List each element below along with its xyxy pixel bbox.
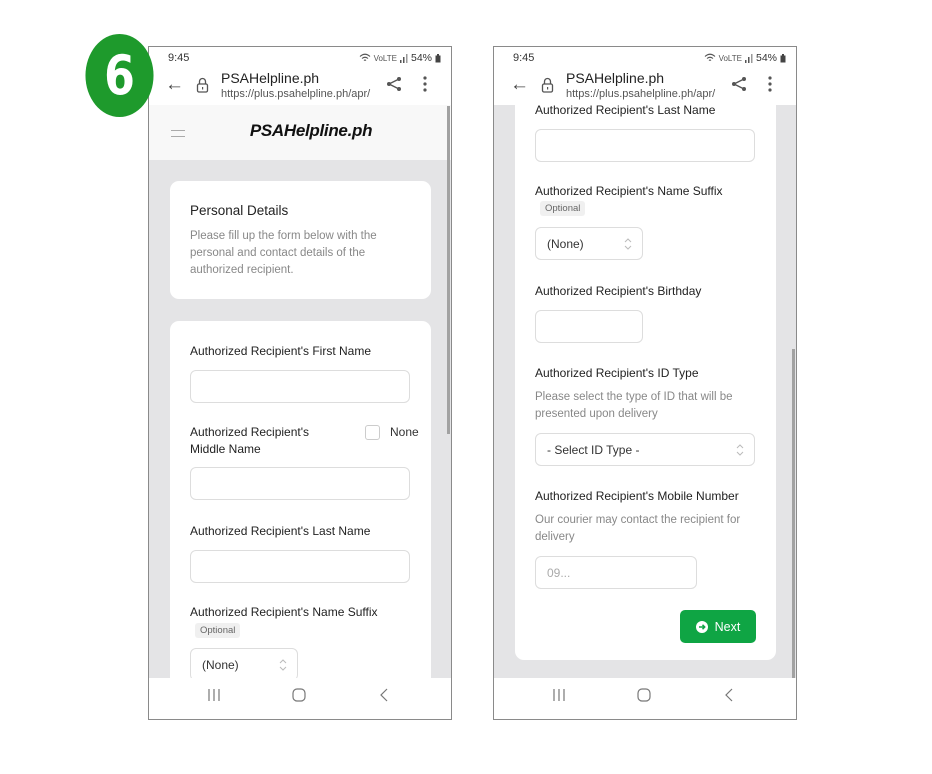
last-name-label: Authorized Recipient's Last Name	[535, 105, 716, 117]
name-suffix-select[interactable]: (None)	[190, 648, 298, 679]
browser-site-title[interactable]: PSAHelpline.ph	[221, 70, 319, 86]
battery-icon	[435, 53, 441, 62]
birthday-label: Authorized Recipient's Birthday	[535, 284, 702, 298]
id-type-select[interactable]: - Select ID Type -	[535, 433, 755, 466]
site-header: PSAHelpline.ph	[149, 105, 451, 160]
status-time: 9:45	[513, 52, 535, 64]
kebab-menu-icon[interactable]	[762, 73, 778, 95]
browser-site-title[interactable]: PSAHelpline.ph	[566, 70, 664, 86]
home-icon[interactable]	[292, 688, 306, 702]
recipient-form-card: Authorized Recipient's Last Name Authori…	[515, 105, 776, 660]
signal-icon	[399, 53, 408, 63]
battery-percent: 54%	[755, 52, 777, 64]
name-suffix-selected: (None)	[547, 237, 584, 251]
next-button[interactable]: Next	[680, 610, 756, 643]
personal-details-card: Personal Details Please fill up the form…	[170, 181, 431, 299]
select-chevron-icon	[279, 659, 287, 671]
android-nav-bar	[494, 678, 796, 719]
volte-icon: VoLTE	[373, 53, 397, 63]
name-suffix-label: Authorized Recipient's Name Suffix	[190, 605, 378, 619]
android-nav-bar	[149, 678, 451, 719]
site-logo[interactable]: PSAHelpline.ph	[149, 121, 451, 141]
last-name-label: Authorized Recipient's Last Name	[190, 524, 371, 538]
select-chevron-icon	[736, 444, 744, 456]
recipient-form-card: Authorized Recipient's First Name Author…	[170, 321, 431, 679]
share-icon[interactable]	[731, 76, 747, 92]
step-number-badge: 6	[85, 34, 154, 117]
kebab-menu-icon[interactable]	[417, 73, 433, 95]
back-chevron-icon[interactable]	[723, 688, 735, 702]
next-button-label: Next	[714, 619, 741, 634]
optional-badge: Optional	[540, 201, 586, 216]
scrollbar-thumb[interactable]	[447, 106, 450, 434]
phone-screenshot-right: Authorized Recipient's Last Name Authori…	[493, 46, 797, 720]
signal-icon	[744, 53, 753, 63]
status-bar: 9:45 VoLTE 54%	[149, 47, 451, 69]
last-name-input[interactable]	[535, 129, 755, 162]
last-name-input[interactable]	[190, 550, 410, 583]
home-icon[interactable]	[637, 688, 651, 702]
first-name-label: Authorized Recipient's First Name	[190, 344, 372, 358]
scrollbar-thumb[interactable]	[792, 349, 795, 678]
card-description: Please fill up the form below with the p…	[190, 230, 377, 276]
browser-url-bar: ← PSAHelpline.ph https://plus.psahelplin…	[494, 69, 796, 105]
id-type-help: Please select the type of ID that will b…	[535, 391, 733, 420]
arrow-left-icon[interactable]: ←	[165, 74, 184, 96]
mobile-placeholder: 09...	[547, 566, 571, 580]
name-suffix-label: Authorized Recipient's Name Suffix	[535, 184, 723, 198]
id-type-label: Authorized Recipient's ID Type	[535, 366, 699, 380]
name-suffix-selected: (None)	[202, 658, 239, 672]
optional-badge: Optional	[195, 623, 241, 638]
mobile-input[interactable]: 09...	[535, 556, 697, 589]
middle-name-input[interactable]	[190, 467, 410, 500]
volte-icon: VoLTE	[718, 53, 742, 63]
select-chevron-icon	[624, 238, 632, 250]
phone-screenshot-left: 9:45 VoLTE 54% ← PSAHelpline.ph https://…	[148, 46, 452, 720]
status-bar: 9:45 VoLTE 54%	[494, 47, 796, 69]
id-type-selected: - Select ID Type -	[547, 443, 640, 457]
browser-url-bar: ← PSAHelpline.ph https://plus.psahelplin…	[149, 69, 451, 105]
battery-icon	[780, 53, 786, 62]
lock-icon[interactable]	[196, 77, 209, 93]
middle-name-none-checkbox[interactable]	[365, 425, 380, 440]
browser-url[interactable]: https://plus.psahelpline.ph/apr/	[566, 88, 726, 100]
arrow-circle-right-icon	[695, 620, 708, 633]
mobile-help: Our courier may contact the recipient fo…	[535, 514, 741, 543]
wifi-icon	[704, 53, 715, 61]
arrow-left-icon[interactable]: ←	[510, 74, 529, 96]
page-viewport: Authorized Recipient's Last Name Authori…	[494, 105, 796, 679]
back-chevron-icon[interactable]	[378, 688, 390, 702]
status-time: 9:45	[168, 52, 190, 64]
middle-name-none-label[interactable]: None	[390, 425, 419, 439]
wifi-icon	[359, 53, 370, 61]
share-icon[interactable]	[386, 76, 402, 92]
name-suffix-select[interactable]: (None)	[535, 227, 643, 260]
page-viewport: PSAHelpline.ph Personal Details Please f…	[149, 105, 451, 679]
browser-url[interactable]: https://plus.psahelpline.ph/apr/	[221, 88, 381, 100]
battery-percent: 54%	[410, 52, 432, 64]
recents-icon[interactable]	[552, 688, 566, 702]
first-name-input[interactable]	[190, 370, 410, 403]
lock-icon[interactable]	[541, 77, 554, 93]
mobile-label: Authorized Recipient's Mobile Number	[535, 489, 739, 503]
card-title: Personal Details	[190, 203, 289, 218]
middle-name-label: Authorized Recipient's Middle Name	[190, 425, 310, 456]
recents-icon[interactable]	[207, 688, 221, 702]
birthday-input[interactable]	[535, 310, 643, 343]
